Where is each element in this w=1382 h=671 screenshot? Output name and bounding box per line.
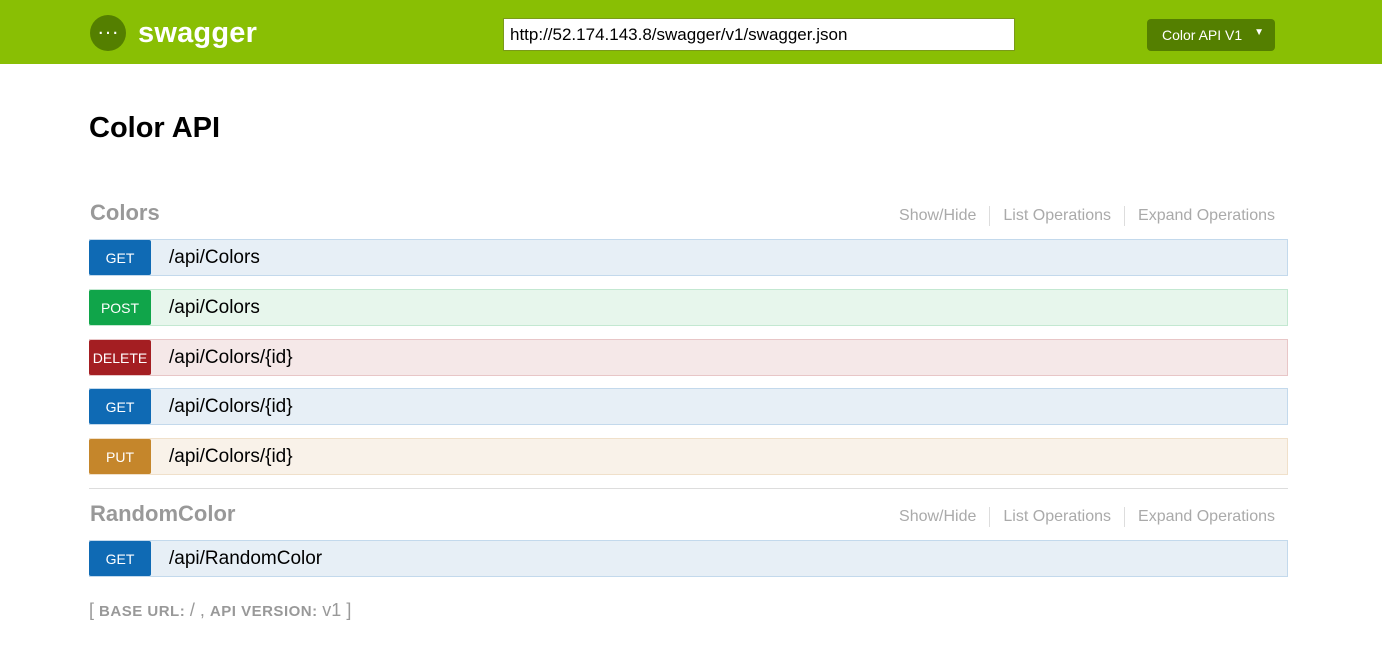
operation-path[interactable]: /api/Colors <box>169 247 260 269</box>
label-colon: : <box>179 603 190 620</box>
resource-divider <box>89 488 1288 489</box>
footer-separator: , <box>199 600 210 620</box>
resource-actions: Show/Hide List Operations Expand Operati… <box>899 507 1275 527</box>
show-hide-link[interactable]: Show/Hide <box>899 507 989 527</box>
operation-path[interactable]: /api/Colors/{id} <box>169 446 293 468</box>
api-version-select[interactable]: Color API V1 ▼ <box>1147 19 1275 51</box>
show-hide-link[interactable]: Show/Hide <box>899 206 989 226</box>
operation-get-randomcolor[interactable]: GET /api/RandomColor <box>89 540 1288 577</box>
resource-colors: Colors Show/Hide List Operations Expand … <box>89 200 1288 480</box>
operation-path[interactable]: /api/Colors <box>169 297 260 319</box>
dropdown-caret-icon: ▼ <box>1254 27 1264 38</box>
list-operations-link[interactable]: List Operations <box>989 206 1124 226</box>
resource-randomcolor: RandomColor Show/Hide List Operations Ex… <box>89 501 1288 581</box>
api-version-label: api version <box>209 603 313 620</box>
method-badge[interactable]: GET <box>89 240 151 275</box>
operation-path[interactable]: /api/RandomColor <box>169 548 322 570</box>
method-badge[interactable]: GET <box>89 389 151 424</box>
operation-put-color[interactable]: PUT /api/Colors/{id} <box>89 438 1288 475</box>
spec-url-input[interactable] <box>503 18 1015 51</box>
operation-get-color-by-id[interactable]: GET /api/Colors/{id} <box>89 388 1288 425</box>
method-badge[interactable]: PUT <box>89 439 151 474</box>
api-version-value: v1 <box>322 600 342 620</box>
operation-get-colors[interactable]: GET /api/Colors <box>89 239 1288 276</box>
page-title: Color API <box>89 112 221 144</box>
swagger-logo-icon: {···} <box>90 15 126 51</box>
base-url-label: base url <box>99 603 180 620</box>
operation-path[interactable]: /api/Colors/{id} <box>169 396 293 418</box>
method-badge[interactable]: POST <box>89 290 151 325</box>
operation-delete-color[interactable]: DELETE /api/Colors/{id} <box>89 339 1288 376</box>
expand-operations-link[interactable]: Expand Operations <box>1124 507 1275 527</box>
footer-close-bracket: ] <box>346 600 352 620</box>
resource-name[interactable]: Colors <box>90 200 160 226</box>
operation-path[interactable]: /api/Colors/{id} <box>169 347 293 369</box>
list-operations-link[interactable]: List Operations <box>989 507 1124 527</box>
svg-text:{···}: {···} <box>97 26 119 40</box>
label-colon: : <box>312 603 323 620</box>
api-info-footer: [ base url: / , api version: v1 ] <box>89 600 351 621</box>
base-url-value: / <box>189 600 195 620</box>
footer-open-bracket: [ <box>89 600 95 620</box>
top-bar: {···} swagger Color API V1 ▼ <box>0 0 1382 64</box>
method-badge[interactable]: DELETE <box>89 340 151 375</box>
expand-operations-link[interactable]: Expand Operations <box>1124 206 1275 226</box>
resource-actions: Show/Hide List Operations Expand Operati… <box>899 206 1275 226</box>
api-version-select-label: Color API V1 <box>1162 27 1243 43</box>
swagger-logo[interactable]: {···} swagger <box>90 15 257 51</box>
method-badge[interactable]: GET <box>89 541 151 576</box>
logo-text: swagger <box>138 17 258 49</box>
resource-name[interactable]: RandomColor <box>90 501 235 527</box>
operation-post-colors[interactable]: POST /api/Colors <box>89 289 1288 326</box>
